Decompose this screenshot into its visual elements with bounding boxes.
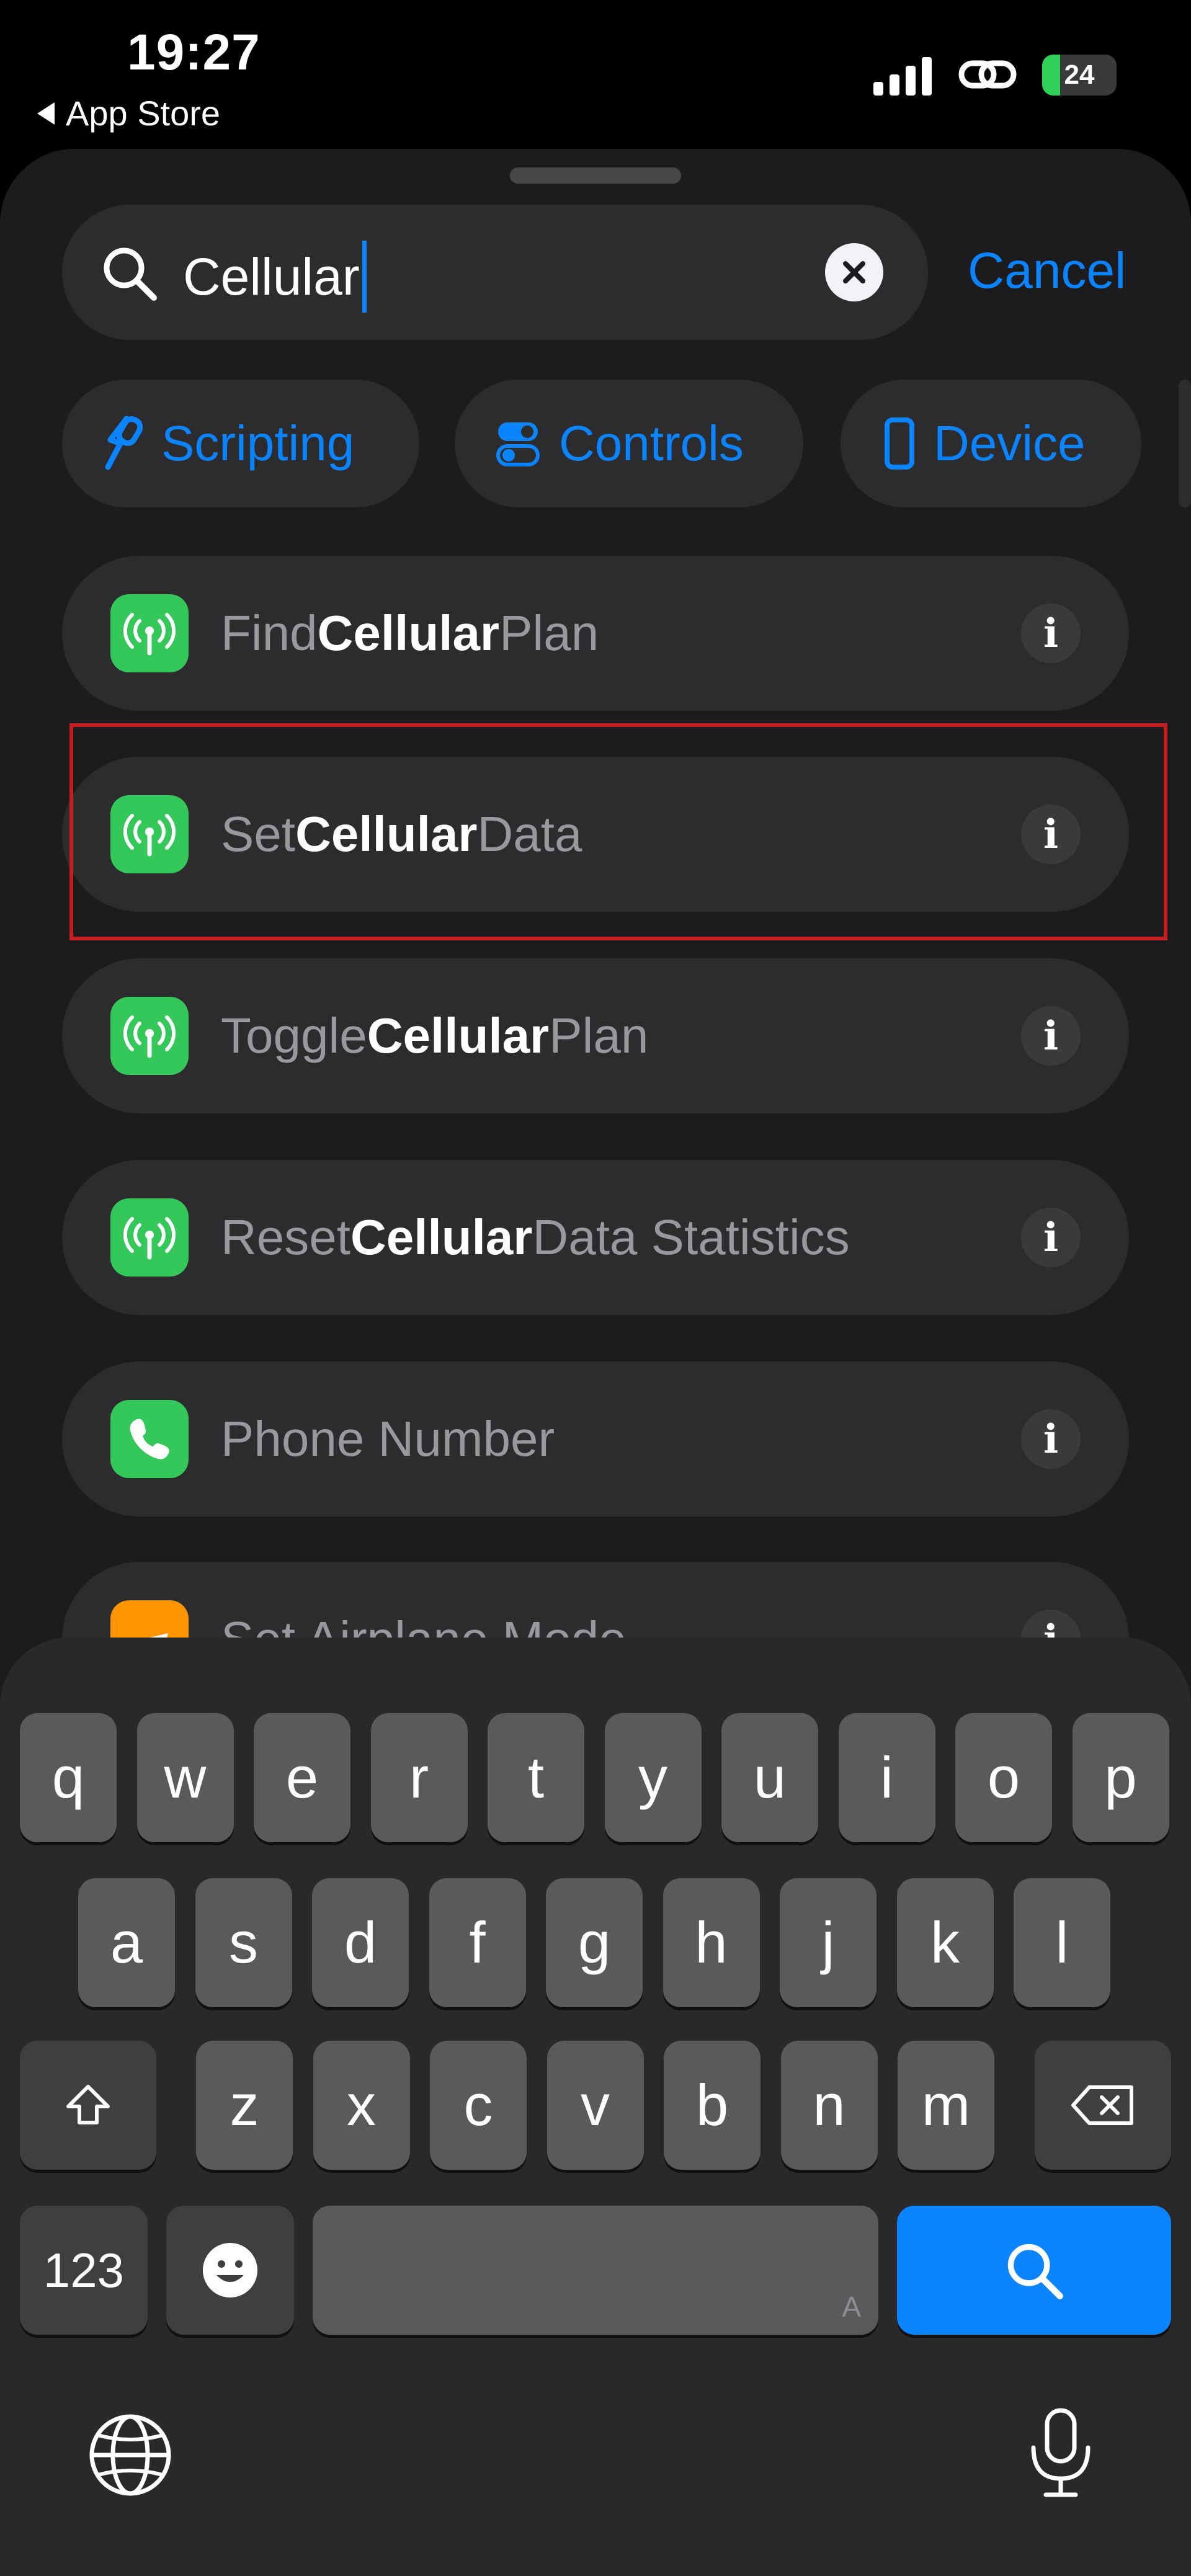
shift-icon xyxy=(66,2085,110,2124)
search-icon xyxy=(1007,2244,1063,2299)
space-key[interactable]: A xyxy=(313,2206,878,2335)
battery-icon: 24 xyxy=(1042,55,1117,96)
key-r[interactable]: r xyxy=(370,1713,468,1842)
highlight-box xyxy=(69,723,1167,940)
key-q[interactable]: q xyxy=(20,1713,117,1842)
status-icons: 24 xyxy=(873,55,1117,96)
key-b[interactable]: b xyxy=(664,2041,761,2170)
microphone-icon[interactable] xyxy=(1024,2407,1098,2500)
scripting-icon xyxy=(105,416,143,470)
antenna-icon xyxy=(110,1198,189,1277)
shift-key[interactable] xyxy=(20,2041,156,2170)
emoji-icon xyxy=(203,2243,257,2297)
key-u[interactable]: u xyxy=(721,1713,818,1842)
info-button[interactable]: i xyxy=(1021,1006,1081,1066)
sheet-grabber[interactable] xyxy=(510,167,681,184)
result-row-toggle-cellular-plan[interactable]: Toggle Cellular Plan i xyxy=(62,958,1129,1113)
key-f[interactable]: f xyxy=(429,1878,526,2007)
chip-controls[interactable]: Controls xyxy=(455,380,803,507)
search-icon xyxy=(104,247,157,301)
search-key[interactable] xyxy=(897,2206,1171,2335)
key-l[interactable]: l xyxy=(1014,1878,1110,2007)
key-k[interactable]: k xyxy=(896,1878,994,2007)
key-d[interactable]: d xyxy=(312,1878,409,2007)
result-row-find-cellular-plan[interactable]: Find Cellular Plan i xyxy=(62,556,1129,711)
back-app-label: App Store xyxy=(66,94,221,133)
info-button[interactable]: i xyxy=(1021,604,1081,663)
numbers-key[interactable]: 123 xyxy=(20,2206,148,2335)
back-arrow-icon xyxy=(37,102,55,125)
battery-level: 24 xyxy=(1064,60,1095,90)
key-z[interactable]: z xyxy=(196,2041,293,2170)
signal-icon xyxy=(873,57,932,96)
key-c[interactable]: c xyxy=(430,2041,527,2170)
status-time: 19:27 xyxy=(127,24,261,81)
key-g[interactable]: g xyxy=(546,1878,643,2007)
key-w[interactable]: w xyxy=(136,1713,234,1842)
antenna-icon xyxy=(110,997,189,1075)
key-v[interactable]: v xyxy=(546,2041,644,2170)
key-m[interactable]: m xyxy=(898,2041,994,2170)
chip-device[interactable]: Device xyxy=(841,380,1141,507)
controls-icon xyxy=(496,422,540,466)
chip-scripting[interactable]: Scripting xyxy=(62,380,419,507)
device-icon xyxy=(885,417,914,470)
info-button[interactable]: i xyxy=(1021,1208,1081,1267)
key-t[interactable]: t xyxy=(488,1713,584,1842)
search-input[interactable]: Cellular xyxy=(183,241,367,313)
key-p[interactable]: p xyxy=(1072,1713,1169,1842)
globe-icon[interactable] xyxy=(87,2412,174,2498)
text-caret xyxy=(362,241,367,313)
result-label: Phone Number xyxy=(221,1411,555,1466)
clear-search-button[interactable] xyxy=(825,243,883,301)
key-j[interactable]: j xyxy=(780,1878,877,2007)
cancel-button[interactable]: Cancel xyxy=(968,242,1126,300)
info-button[interactable]: i xyxy=(1021,1409,1081,1469)
phone-icon xyxy=(110,1400,189,1478)
emoji-key[interactable] xyxy=(166,2206,294,2335)
result-row-reset-cellular-data-statistics[interactable]: Reset Cellular Data Statistics i xyxy=(62,1160,1129,1315)
key-h[interactable]: h xyxy=(662,1878,760,2007)
result-label: Reset Cellular Data Statistics xyxy=(221,1210,850,1265)
chip-label: Scripting xyxy=(161,416,355,471)
key-y[interactable]: y xyxy=(604,1713,702,1842)
chip-label: Device xyxy=(934,416,1086,471)
key-x[interactable]: x xyxy=(313,2041,410,2170)
search-input-value: Cellular xyxy=(183,247,360,306)
result-label: Find Cellular Plan xyxy=(221,605,599,661)
close-icon xyxy=(843,261,865,283)
key-e[interactable]: e xyxy=(254,1713,350,1842)
chip-label: Controls xyxy=(559,416,744,471)
key-a[interactable]: a xyxy=(78,1878,175,2007)
space-hint: A xyxy=(842,2291,861,2323)
result-label: Toggle Cellular Plan xyxy=(221,1008,649,1063)
chip-partial[interactable] xyxy=(1179,380,1191,507)
key-i[interactable]: i xyxy=(838,1713,935,1842)
link-icon xyxy=(958,60,1017,89)
result-row-phone-number[interactable]: Phone Number i xyxy=(62,1362,1129,1517)
backspace-icon xyxy=(1071,2085,1133,2125)
delete-key[interactable] xyxy=(1035,2041,1171,2170)
key-s[interactable]: s xyxy=(195,1878,292,2007)
back-to-app-link[interactable]: App Store xyxy=(37,93,220,133)
antenna-icon xyxy=(110,594,189,672)
key-o[interactable]: o xyxy=(955,1713,1052,1842)
key-n[interactable]: n xyxy=(780,2041,878,2170)
